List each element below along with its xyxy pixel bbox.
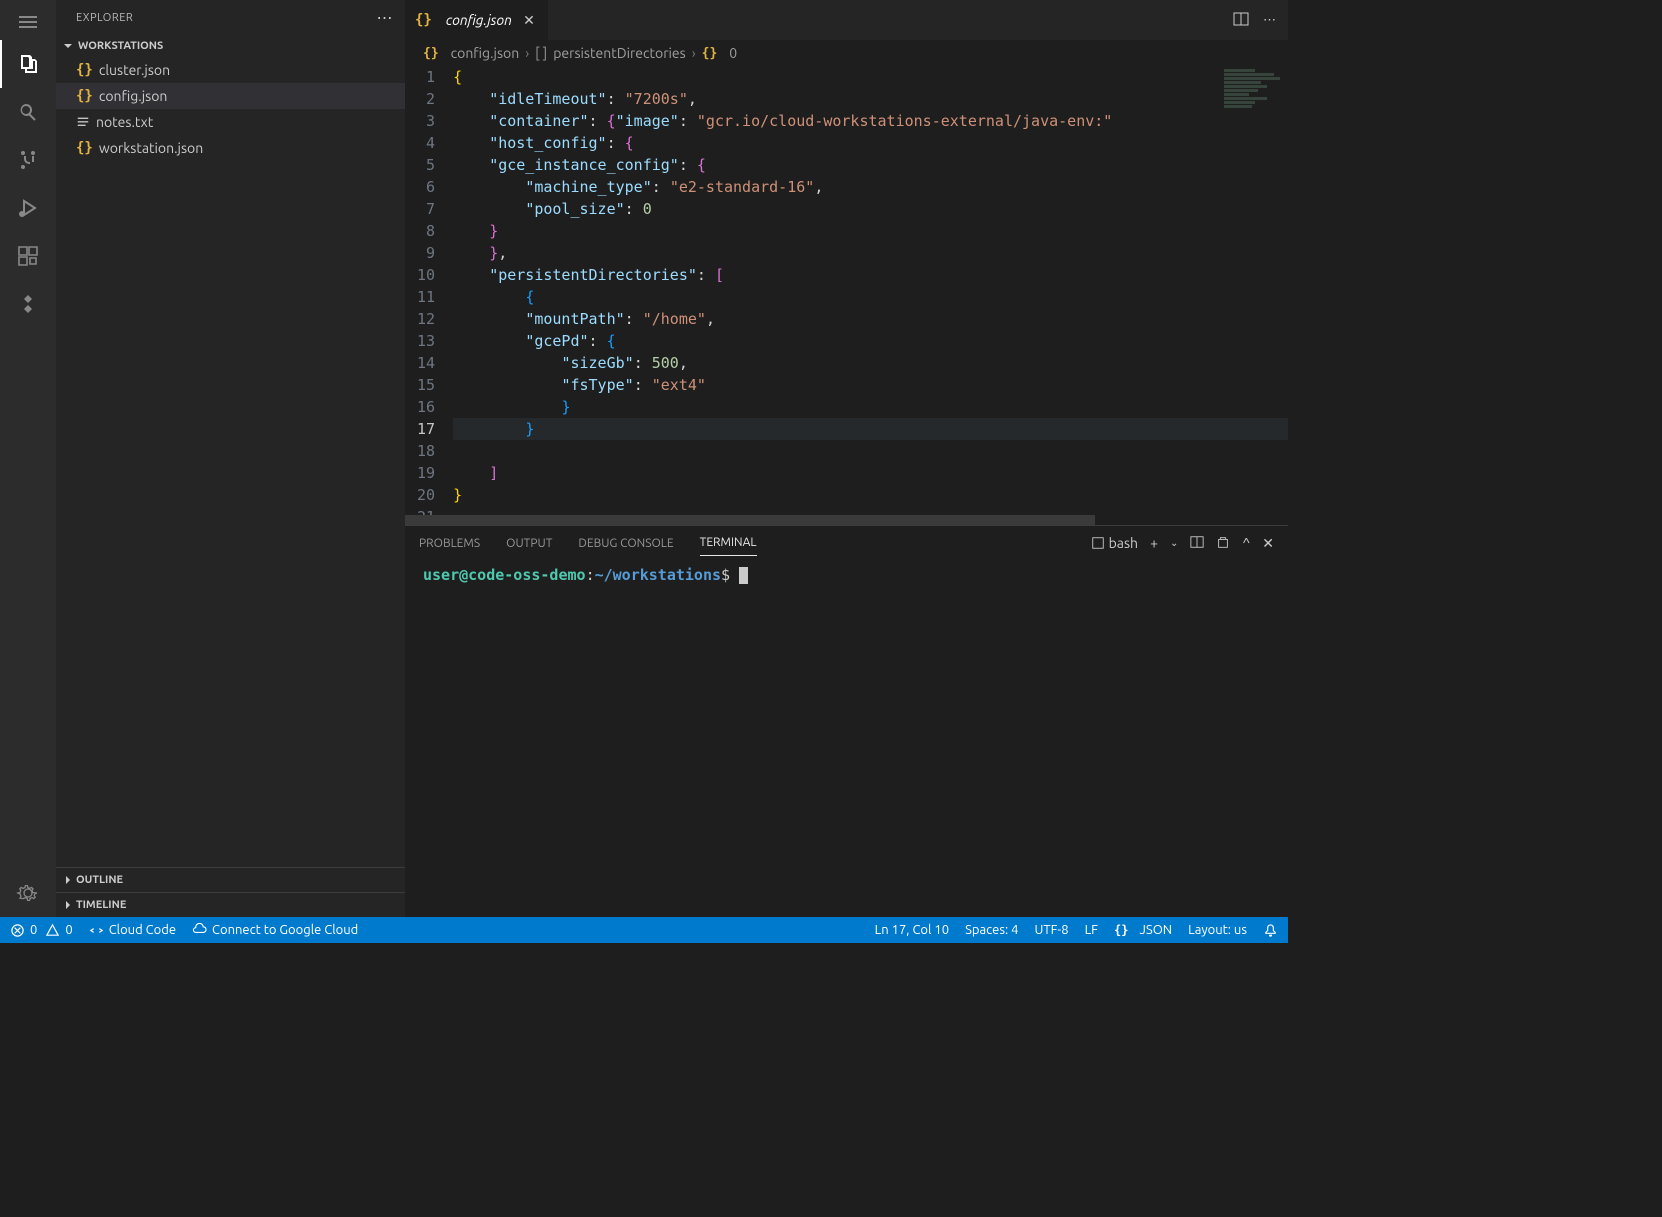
new-terminal-icon[interactable]: + bbox=[1150, 535, 1158, 551]
text-icon bbox=[76, 115, 90, 129]
file-config-json[interactable]: {} config.json bbox=[56, 83, 405, 109]
terminal[interactable]: user@code-oss-demo:~/workstations$ bbox=[405, 560, 1288, 917]
tab-bar: {} config.json ✕ ⋯ bbox=[405, 0, 1288, 40]
file-label: notes.txt bbox=[96, 114, 153, 130]
search-icon[interactable] bbox=[0, 88, 56, 136]
connect-cloud-label: Connect to Google Cloud bbox=[212, 923, 358, 937]
chevron-right-icon: › bbox=[692, 45, 696, 61]
status-warnings[interactable]: 0 bbox=[45, 923, 72, 938]
editor[interactable]: 123456789101112131415161718192021 { "idl… bbox=[405, 66, 1288, 515]
breadcrumb-index[interactable]: 0 bbox=[729, 45, 737, 61]
status-connect-cloud[interactable]: Connect to Google Cloud bbox=[192, 923, 358, 938]
sidebar: EXPLORER ⋯ WORKSTATIONS {} cluster.json {… bbox=[56, 0, 405, 917]
scrollbar-thumb[interactable] bbox=[405, 515, 1095, 525]
bottom-panel: PROBLEMS OUTPUT DEBUG CONSOLE TERMINAL b… bbox=[405, 525, 1288, 917]
kill-terminal-icon[interactable] bbox=[1216, 535, 1230, 552]
status-encoding[interactable]: UTF-8 bbox=[1035, 923, 1069, 937]
status-eol[interactable]: LF bbox=[1085, 923, 1098, 937]
debug-icon[interactable] bbox=[0, 184, 56, 232]
breadcrumb-array[interactable]: persistentDirectories bbox=[553, 45, 685, 61]
json-icon: {} bbox=[415, 12, 432, 28]
file-label: cluster.json bbox=[99, 62, 170, 78]
colon: : bbox=[586, 566, 595, 584]
tab-label: config.json bbox=[446, 12, 512, 28]
status-cursor-pos[interactable]: Ln 17, Col 10 bbox=[875, 923, 949, 937]
json-icon: {} bbox=[1114, 923, 1128, 937]
sidebar-title: EXPLORER bbox=[76, 12, 133, 24]
activity-bar bbox=[0, 0, 56, 917]
gutter: 123456789101112131415161718192021 bbox=[405, 66, 453, 515]
shell-name: bash bbox=[1109, 535, 1138, 551]
tab-output[interactable]: OUTPUT bbox=[506, 531, 552, 556]
status-bell-icon[interactable] bbox=[1263, 923, 1278, 938]
horizontal-scrollbar[interactable] bbox=[405, 515, 1288, 525]
language-label: JSON bbox=[1139, 923, 1172, 937]
shell-selector[interactable]: bash bbox=[1091, 535, 1138, 551]
split-editor-icon[interactable] bbox=[1233, 11, 1249, 30]
status-errors[interactable]: 0 bbox=[10, 923, 37, 938]
sidebar-header: EXPLORER ⋯ bbox=[56, 0, 405, 35]
scm-icon[interactable] bbox=[0, 136, 56, 184]
tab-config-json[interactable]: {} config.json ✕ bbox=[405, 0, 548, 40]
cursor bbox=[739, 567, 748, 584]
status-cloud-code[interactable]: Cloud Code bbox=[89, 923, 176, 938]
status-language[interactable]: {} JSON bbox=[1114, 923, 1172, 937]
cloud-code-label: Cloud Code bbox=[109, 923, 176, 937]
prompt-symbol: $ bbox=[721, 566, 730, 584]
status-bar: 0 0 Cloud Code Connect to Google Cloud L… bbox=[0, 917, 1288, 943]
close-panel-icon[interactable]: ✕ bbox=[1262, 535, 1274, 552]
explorer-icon[interactable] bbox=[0, 40, 56, 88]
file-workstation-json[interactable]: {} workstation.json bbox=[56, 135, 405, 161]
tab-terminal[interactable]: TERMINAL bbox=[700, 530, 757, 556]
json-icon: {} bbox=[76, 140, 93, 156]
editor-area: {} config.json ✕ ⋯ {} config.json › [ ] … bbox=[405, 0, 1288, 917]
file-cluster-json[interactable]: {} cluster.json bbox=[56, 57, 405, 83]
tab-more-icon[interactable]: ⋯ bbox=[1263, 13, 1276, 28]
code[interactable]: { "idleTimeout": "7200s", "container": {… bbox=[453, 66, 1288, 515]
error-count: 0 bbox=[30, 923, 37, 937]
tab-debug-console[interactable]: DEBUG CONSOLE bbox=[578, 531, 673, 556]
file-notes-txt[interactable]: notes.txt bbox=[56, 109, 405, 135]
sidebar-more-icon[interactable]: ⋯ bbox=[377, 8, 394, 27]
json-icon: {} bbox=[702, 46, 718, 61]
folder-header[interactable]: WORKSTATIONS bbox=[56, 35, 405, 57]
json-icon: {} bbox=[76, 88, 93, 104]
timeline-label: TIMELINE bbox=[76, 899, 126, 911]
file-label: workstation.json bbox=[99, 140, 203, 156]
file-label: config.json bbox=[99, 88, 168, 104]
split-terminal-icon[interactable] bbox=[1190, 535, 1204, 552]
json-icon: {} bbox=[76, 62, 93, 78]
terminal-user: user@code-oss-demo bbox=[423, 566, 586, 584]
extensions-icon[interactable] bbox=[0, 232, 56, 280]
json-icon: {} bbox=[423, 46, 439, 61]
array-icon: [ ] bbox=[535, 45, 547, 61]
chevron-right-icon: › bbox=[525, 45, 529, 61]
settings-icon[interactable] bbox=[0, 869, 56, 917]
minimap[interactable] bbox=[1224, 68, 1286, 128]
timeline-section[interactable]: TIMELINE bbox=[56, 892, 405, 917]
status-layout[interactable]: Layout: us bbox=[1188, 923, 1247, 937]
warning-count: 0 bbox=[65, 923, 72, 937]
menu-icon[interactable] bbox=[0, 4, 56, 40]
outline-section[interactable]: OUTLINE bbox=[56, 867, 405, 892]
outline-label: OUTLINE bbox=[76, 874, 123, 886]
folder-name: WORKSTATIONS bbox=[78, 40, 163, 52]
tab-actions: ⋯ bbox=[1233, 0, 1288, 40]
cloud-code-icon[interactable] bbox=[0, 280, 56, 328]
terminal-dropdown-icon[interactable]: ⌄ bbox=[1170, 537, 1178, 549]
panel-tabs: PROBLEMS OUTPUT DEBUG CONSOLE TERMINAL b… bbox=[405, 526, 1288, 560]
terminal-path: ~/workstations bbox=[595, 566, 721, 584]
breadcrumb[interactable]: {} config.json › [ ] persistentDirectori… bbox=[405, 40, 1288, 66]
file-tree: {} cluster.json {} config.json notes.txt {… bbox=[56, 57, 405, 867]
status-indentation[interactable]: Spaces: 4 bbox=[965, 923, 1018, 937]
tab-problems[interactable]: PROBLEMS bbox=[419, 531, 480, 556]
maximize-panel-icon[interactable]: ^ bbox=[1242, 535, 1250, 551]
close-tab-icon[interactable]: ✕ bbox=[520, 12, 538, 29]
breadcrumb-file[interactable]: config.json bbox=[451, 45, 520, 61]
